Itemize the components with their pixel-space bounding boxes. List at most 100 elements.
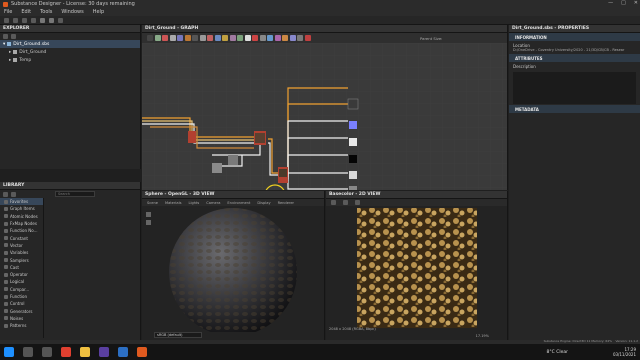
- library-category-item[interactable]: Noises: [0, 315, 43, 322]
- tree-item-package[interactable]: ▾ Dirt_Ground.sbs: [0, 40, 140, 48]
- library-category-item[interactable]: Cast: [0, 264, 43, 271]
- 3d-view-menu-item[interactable]: Environment: [227, 201, 250, 205]
- substance-designer-icon[interactable]: [137, 347, 147, 357]
- close-icon[interactable]: ✕: [634, 0, 638, 6]
- library-category-item[interactable]: Vector: [0, 242, 43, 249]
- library-search-input[interactable]: Search: [55, 191, 95, 197]
- atomic-node-button[interactable]: [267, 35, 273, 41]
- 2d-tile-icon[interactable]: [355, 200, 360, 205]
- atomic-node-button[interactable]: [162, 35, 168, 41]
- colorspace-select[interactable]: sRGB (default): [154, 332, 202, 338]
- library-category-item[interactable]: Samplers: [0, 256, 43, 263]
- variables-icon: [4, 250, 8, 255]
- menu-tools[interactable]: Tools: [40, 9, 52, 15]
- menu-windows[interactable]: Windows: [61, 9, 83, 15]
- atomic-node-button[interactable]: [207, 35, 213, 41]
- atomic-node-button[interactable]: [154, 35, 161, 41]
- atomic-node-button[interactable]: [169, 35, 176, 41]
- atomic-node-button[interactable]: [222, 35, 228, 41]
- redo-icon[interactable]: [49, 17, 54, 23]
- atomic-node-button[interactable]: [214, 35, 221, 41]
- description-input[interactable]: [513, 72, 636, 104]
- library-add-icon[interactable]: [3, 191, 8, 197]
- camera-icon[interactable]: [146, 212, 151, 217]
- atomic-node-button[interactable]: [282, 35, 288, 41]
- atomic-node-button[interactable]: [297, 35, 303, 41]
- library-category-item[interactable]: Logical: [0, 278, 43, 285]
- 3d-viewport[interactable]: [142, 206, 325, 332]
- open-file-icon[interactable]: [13, 17, 18, 23]
- new-file-icon[interactable]: [4, 17, 9, 23]
- app-icon[interactable]: [118, 347, 128, 357]
- library-category-item[interactable]: Function No...: [0, 227, 43, 234]
- 2d-channel-icon[interactable]: [343, 200, 348, 205]
- 2d-viewport[interactable]: [326, 206, 508, 332]
- 3d-view-menu-item[interactable]: Camera: [206, 201, 220, 205]
- library-category-item[interactable]: Control: [0, 300, 43, 307]
- minimize-icon[interactable]: —: [608, 0, 613, 6]
- clock[interactable]: 17:29 03/11/2021: [613, 347, 636, 357]
- library-refresh-icon[interactable]: [11, 191, 16, 197]
- 3d-view-menu-item[interactable]: Materials: [165, 201, 181, 205]
- save-icon[interactable]: [22, 17, 27, 23]
- save-all-icon[interactable]: [31, 17, 36, 23]
- task-view-icon[interactable]: [42, 347, 52, 357]
- app-icon[interactable]: [99, 347, 109, 357]
- attributes-section[interactable]: ATTRIBUTES: [509, 54, 640, 62]
- 3d-view-menu-item[interactable]: Lights: [188, 201, 199, 205]
- graph-icon: [13, 58, 18, 62]
- 3d-view-menu-item[interactable]: Renderer: [278, 201, 294, 205]
- library-category-item[interactable]: Generators: [0, 307, 43, 314]
- atomic-node-button[interactable]: [274, 35, 281, 41]
- atomic-node-button[interactable]: [259, 35, 266, 41]
- explorer-new-icon[interactable]: [3, 34, 8, 39]
- library-category-item[interactable]: Function: [0, 293, 43, 300]
- light-icon[interactable]: [146, 220, 151, 225]
- atomic-node-button[interactable]: [244, 35, 251, 41]
- 2d-fit-icon[interactable]: [331, 200, 336, 205]
- menu-help[interactable]: Help: [93, 9, 104, 15]
- atomic-node-button[interactable]: [289, 35, 296, 41]
- menu-file[interactable]: File: [4, 9, 12, 15]
- atomic-node-button[interactable]: [184, 35, 191, 41]
- library-category-item[interactable]: FxMap Nodes: [0, 220, 43, 227]
- 3d-view-menu-item[interactable]: Scene: [147, 201, 158, 205]
- library-category-label: Compar...: [10, 286, 30, 292]
- library-toolbar: Search: [0, 190, 140, 198]
- atomic-node-button[interactable]: [237, 35, 243, 41]
- library-category-item[interactable]: Variables: [0, 249, 43, 256]
- library-category-item[interactable]: Graph Items: [0, 205, 43, 212]
- library-category-item[interactable]: Constant: [0, 234, 43, 241]
- library-category-item[interactable]: Compar...: [0, 286, 43, 293]
- start-icon[interactable]: [4, 347, 14, 357]
- explorer-icon[interactable]: [80, 347, 90, 357]
- atomic-node-button[interactable]: [177, 35, 183, 41]
- tool-icon[interactable]: [58, 17, 63, 23]
- 3d-view-menu-item[interactable]: Display: [257, 201, 270, 205]
- explorer-filter-icon[interactable]: [11, 34, 16, 39]
- zoom-level: 17.19%: [475, 334, 489, 338]
- tree-item-graph[interactable]: ▸ Dirt_Ground: [0, 48, 140, 56]
- library-category-item[interactable]: Patterns: [0, 322, 43, 329]
- atomic-node-button[interactable]: [304, 35, 311, 41]
- chrome-icon[interactable]: [61, 347, 71, 357]
- atomic-node-button[interactable]: [229, 35, 236, 41]
- atomic-node-button[interactable]: [147, 35, 153, 41]
- information-section[interactable]: INFORMATION: [509, 33, 640, 41]
- description-label: Description: [513, 64, 536, 69]
- atomic-node-button[interactable]: [199, 35, 206, 41]
- undo-icon[interactable]: [40, 17, 45, 23]
- graph-canvas[interactable]: [142, 43, 508, 190]
- metadata-section[interactable]: METADATA: [509, 105, 640, 113]
- atomic-node-button[interactable]: [192, 35, 198, 41]
- maximize-icon[interactable]: □: [621, 0, 626, 6]
- menu-edit[interactable]: Edit: [21, 9, 31, 15]
- library-category-item[interactable]: Operator: [0, 271, 43, 278]
- library-category-item[interactable]: Favorites: [0, 198, 43, 206]
- weather-widget[interactable]: 8°C Clear: [547, 350, 568, 355]
- search-icon[interactable]: [23, 347, 33, 357]
- library-category-item[interactable]: Atomic Nodes: [0, 213, 43, 220]
- atomic-node-button[interactable]: [252, 35, 258, 41]
- tree-item-temp[interactable]: ▸ Temp: [0, 56, 140, 64]
- fxmap-icon: [4, 221, 8, 226]
